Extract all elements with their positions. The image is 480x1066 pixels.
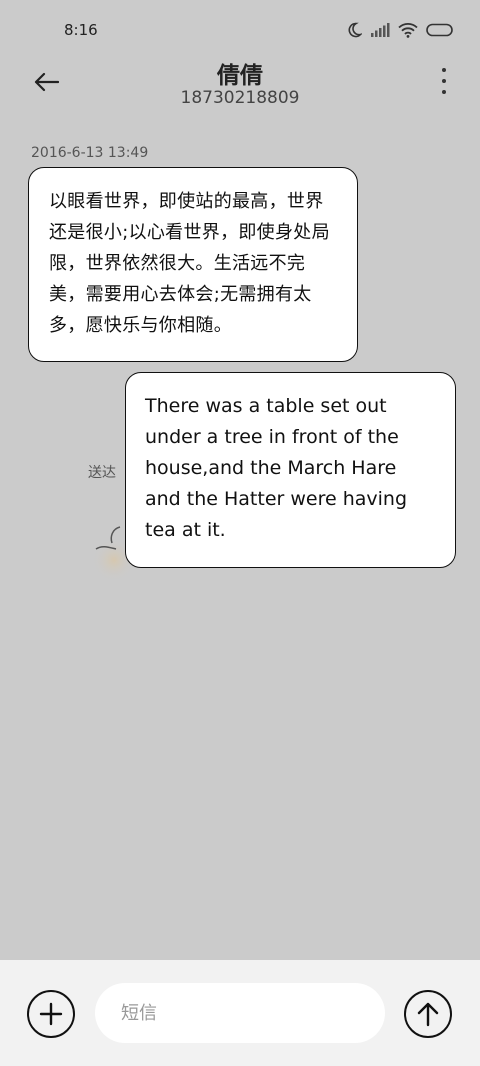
status-time: 8:16 <box>64 21 98 39</box>
incoming-message-bubble[interactable]: 以眼看世界，即使站的最高，世界还是很小;以心看世界，即使身处局限，世界依然很大。… <box>28 167 358 362</box>
message-input[interactable] <box>95 983 385 1043</box>
add-attachment-button[interactable] <box>27 990 75 1038</box>
signal-icon <box>370 23 390 37</box>
contact-name: 倩倩 <box>217 63 263 89</box>
more-dot <box>442 79 446 83</box>
contact-number: 18730218809 <box>180 88 300 108</box>
incoming-message-text: 以眼看世界，即使站的最高，世界还是很小;以心看世界，即使身处局限，世界依然很大。… <box>49 191 330 336</box>
more-options-button[interactable] <box>438 68 450 94</box>
send-button[interactable] <box>404 990 452 1038</box>
message-timestamp: 2016-6-13 13:49 <box>31 145 149 161</box>
send-arrow-up-icon <box>417 1002 439 1027</box>
moon-icon <box>346 22 362 38</box>
status-icons <box>346 22 454 38</box>
outgoing-message-bubble[interactable]: There was a table set out under a tree i… <box>125 372 456 568</box>
outgoing-message-text: There was a table set out under a tree i… <box>145 395 408 541</box>
more-vertical-icon <box>442 68 446 72</box>
battery-icon <box>426 23 454 37</box>
composer-bar <box>0 960 480 1066</box>
wifi-icon <box>398 22 418 38</box>
more-dot <box>442 90 446 94</box>
conversation-header: 倩倩 18730218809 <box>0 56 480 126</box>
status-bar: 8:16 <box>0 0 480 62</box>
add-icon <box>39 1002 63 1026</box>
delivery-status: 送达 <box>88 465 116 481</box>
